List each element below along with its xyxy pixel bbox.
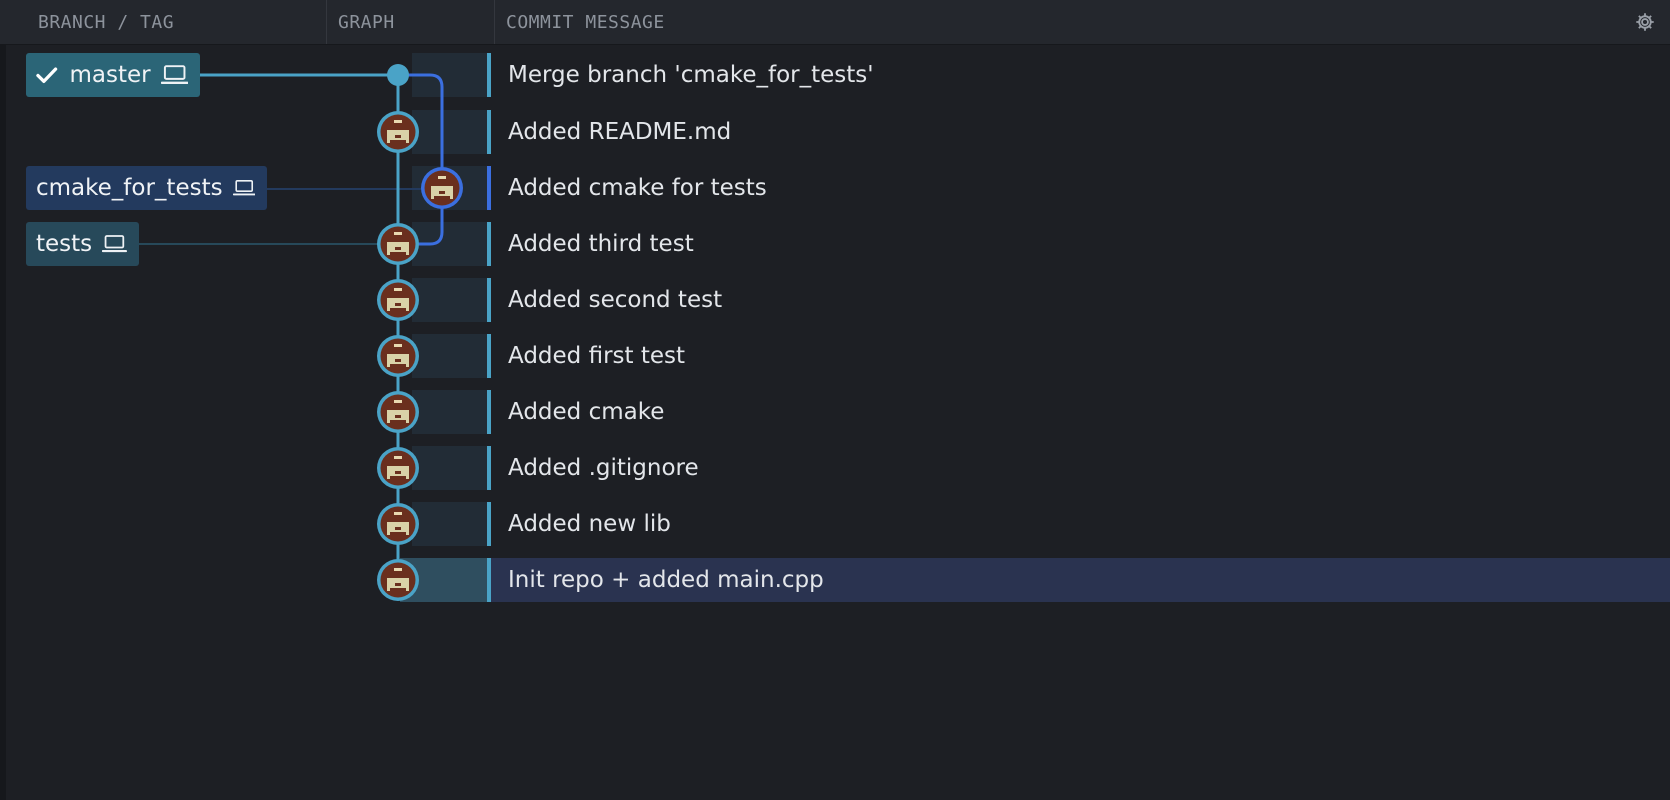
- author-avatar[interactable]: [377, 447, 419, 489]
- author-avatar[interactable]: [377, 223, 419, 265]
- author-avatar[interactable]: [377, 111, 419, 153]
- author-avatar[interactable]: [377, 503, 419, 545]
- author-avatar[interactable]: [377, 391, 419, 433]
- author-avatar[interactable]: [377, 279, 419, 321]
- author-avatar[interactable]: [377, 335, 419, 377]
- feature-lane: [398, 73, 444, 246]
- merge-commit-node: [387, 64, 409, 86]
- author-avatar[interactable]: [421, 167, 463, 209]
- commit-graph: [139, 64, 463, 601]
- author-avatar[interactable]: [377, 559, 419, 601]
